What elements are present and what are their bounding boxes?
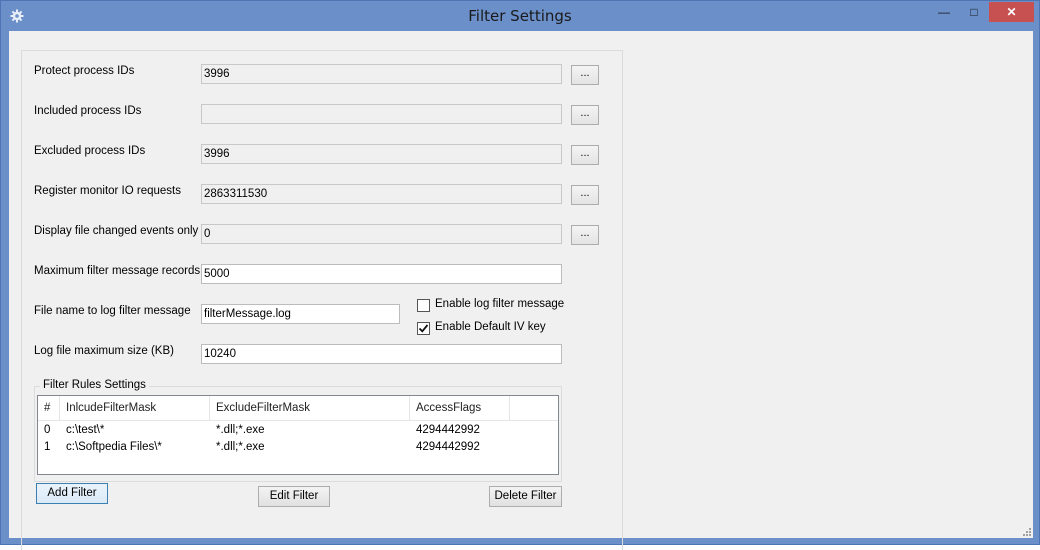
log-max-size-label: Log file maximum size (KB) bbox=[34, 345, 174, 357]
max-records-label: Maximum filter message records bbox=[34, 265, 201, 277]
checkmark-icon bbox=[418, 324, 429, 333]
excluded-pids-label: Excluded process IDs bbox=[34, 145, 146, 157]
register-io-browse-button[interactable]: ... bbox=[571, 185, 599, 205]
display-changed-field[interactable]: 0 bbox=[201, 224, 562, 244]
column-header-exclude-mask[interactable]: ExcludeFilterMask bbox=[210, 396, 410, 420]
maximize-button[interactable]: □ bbox=[961, 2, 987, 22]
display-changed-browse-button[interactable]: ... bbox=[571, 225, 599, 245]
log-max-size-input[interactable]: 10240 bbox=[201, 344, 562, 364]
enable-log-label[interactable]: Enable log filter message bbox=[435, 298, 564, 310]
row-index: 0 bbox=[44, 424, 51, 436]
enable-iv-checkbox[interactable] bbox=[417, 322, 430, 335]
column-header-access-flags[interactable]: AccessFlags bbox=[410, 396, 510, 420]
protect-pids-browse-button[interactable]: ... bbox=[571, 65, 599, 85]
protect-pids-field[interactable]: 3996 bbox=[201, 64, 562, 84]
resize-grip-icon[interactable] bbox=[1021, 526, 1031, 536]
table-row[interactable]: 1 c:\Softpedia Files\* *.dll;*.exe 42944… bbox=[38, 439, 558, 455]
column-header-include-mask[interactable]: InlcudeFilterMask bbox=[60, 396, 210, 420]
row-access-flags: 4294442992 bbox=[416, 424, 480, 436]
row-index: 1 bbox=[44, 441, 51, 453]
filter-rules-list[interactable]: # InlcudeFilterMask ExcludeFilterMask Ac… bbox=[37, 395, 559, 475]
enable-log-checkbox[interactable] bbox=[417, 299, 430, 312]
included-pids-label: Included process IDs bbox=[34, 105, 142, 117]
row-include-mask: c:\test\* bbox=[66, 424, 105, 436]
display-changed-label: Display file changed events only bbox=[34, 225, 199, 237]
row-exclude-mask: *.dll;*.exe bbox=[216, 424, 265, 436]
enable-iv-label[interactable]: Enable Default IV key bbox=[435, 321, 546, 333]
minimize-button[interactable]: — bbox=[931, 2, 957, 22]
table-row[interactable]: 0 c:\test\* *.dll;*.exe 4294442992 bbox=[38, 422, 558, 438]
row-include-mask: c:\Softpedia Files\* bbox=[66, 441, 162, 453]
excluded-pids-browse-button[interactable]: ... bbox=[571, 145, 599, 165]
excluded-pids-field[interactable]: 3996 bbox=[201, 144, 562, 164]
client-area: SOFTPEDIA Protect process IDs 3996 ... I… bbox=[9, 31, 1033, 550]
log-file-input[interactable]: filterMessage.log bbox=[201, 304, 400, 324]
add-filter-button[interactable]: Add Filter bbox=[36, 483, 108, 504]
row-access-flags: 4294442992 bbox=[416, 441, 480, 453]
included-pids-browse-button[interactable]: ... bbox=[571, 105, 599, 125]
filter-rules-legend: Filter Rules Settings bbox=[40, 379, 149, 391]
filter-settings-window: Filter Settings — □ ✕ SOFTPEDIA Protect … bbox=[0, 0, 1040, 550]
title-bar[interactable]: Filter Settings — □ ✕ bbox=[1, 1, 1039, 31]
column-header-index[interactable]: # bbox=[38, 396, 60, 420]
register-io-label: Register monitor IO requests bbox=[34, 185, 182, 197]
register-io-field[interactable]: 2863311530 bbox=[201, 184, 562, 204]
max-records-input[interactable]: 5000 bbox=[201, 264, 562, 284]
row-exclude-mask: *.dll;*.exe bbox=[216, 441, 265, 453]
delete-filter-button[interactable]: Delete Filter bbox=[489, 486, 562, 507]
log-file-label: File name to log filter message bbox=[34, 305, 191, 317]
close-button[interactable]: ✕ bbox=[989, 2, 1034, 22]
edit-filter-button[interactable]: Edit Filter bbox=[258, 486, 330, 507]
included-pids-field[interactable] bbox=[201, 104, 562, 124]
window-title: Filter Settings bbox=[468, 7, 572, 25]
list-header: # InlcudeFilterMask ExcludeFilterMask Ac… bbox=[38, 396, 558, 421]
protect-pids-label: Protect process IDs bbox=[34, 65, 135, 77]
